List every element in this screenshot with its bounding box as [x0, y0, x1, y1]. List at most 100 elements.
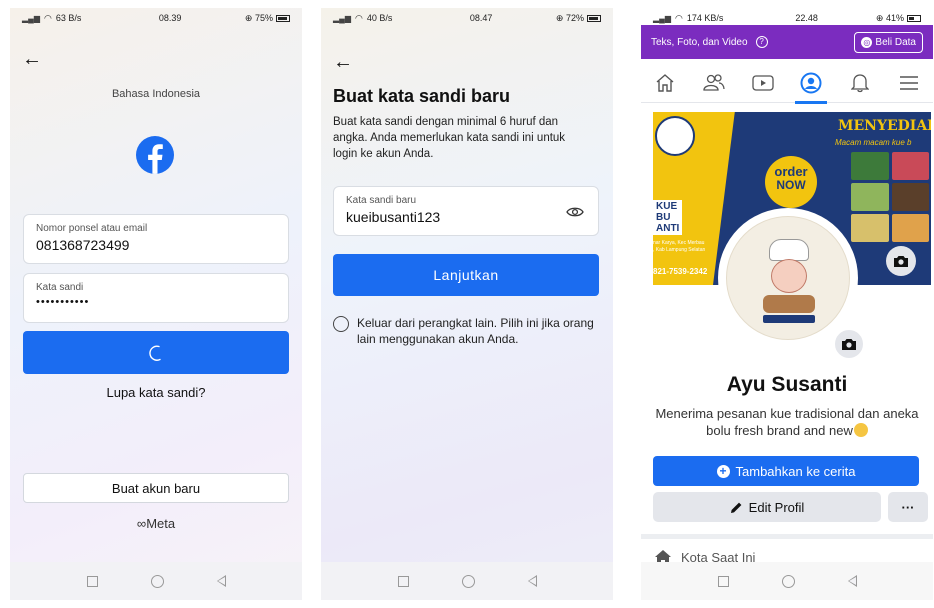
edit-profile-button[interactable]: Edit Profil: [653, 492, 881, 522]
clock: 08.47: [469, 13, 493, 23]
order-now-badge: order NOW: [765, 156, 817, 208]
back-triangle-icon[interactable]: [527, 575, 537, 587]
add-to-story-button[interactable]: + Tambahkan ke cerita: [653, 456, 919, 486]
login-screen: ▂▄▆ ◠ 63 B/s 08.39 ⊕ 75% ← Bahasa Indonesi…: [10, 8, 302, 600]
phone-email-value: 081368723499: [36, 237, 130, 253]
facebook-f-icon: [148, 144, 163, 174]
chef-hat-illustration: [769, 239, 809, 261]
new-password-screen: ▂▄▆ ◠ 40 B/s 08.47 ⊕ 72% ← Buat kata sandi…: [321, 8, 613, 600]
video-icon: [751, 74, 774, 91]
profile-icon: [800, 72, 822, 93]
network-speed: 63 B/s: [55, 13, 82, 23]
forgot-password-link[interactable]: Lupa kata sandi?: [10, 385, 302, 400]
loading-spinner-icon: [149, 345, 161, 361]
status-bar: ▂▄▆ ◠ 63 B/s 08.39 ⊕ 75%: [10, 8, 302, 28]
battery-level: 72%: [565, 12, 584, 23]
bell-icon: [850, 73, 869, 92]
edit-profile-label: Edit Profil: [748, 499, 805, 515]
cover-subline: Macam macam kue b: [835, 138, 912, 147]
cover-phone: 821-7539-2342: [653, 267, 708, 276]
phone-email-field[interactable]: Nomor ponsel atau email 081368723499: [23, 214, 289, 264]
recents-icon[interactable]: [86, 575, 98, 587]
buy-data-button[interactable]: ◎ Beli Data: [854, 31, 923, 53]
help-icon[interactable]: ?: [755, 36, 768, 48]
pencil-icon: [730, 502, 742, 513]
more-options-button[interactable]: ···: [888, 492, 928, 522]
chef-face-illustration: [771, 259, 807, 293]
logout-other-devices-option[interactable]: Keluar dari perangkat lain. Pilih ini ji…: [333, 315, 599, 347]
profile-photo[interactable]: [718, 208, 858, 348]
android-nav-bar: [641, 562, 933, 600]
data-banner-text: Teks, Foto, dan Video: [651, 36, 748, 48]
battery-icon: [276, 14, 290, 22]
password-label: Kata sandi: [36, 282, 84, 293]
back-triangle-icon[interactable]: [216, 575, 226, 587]
profile-bio: Menerima pesanan kue tradisional dan ane…: [655, 405, 919, 439]
tab-menu[interactable]: [891, 65, 927, 101]
tab-watch[interactable]: [745, 65, 781, 101]
continue-button[interactable]: Lanjutkan: [333, 254, 599, 296]
profile-bio-text: Menerima pesanan kue tradisional dan ane…: [655, 406, 919, 438]
phone-email-label: Nomor ponsel atau email: [36, 223, 148, 234]
tab-notifications[interactable]: [842, 65, 878, 101]
facebook-logo: [136, 136, 174, 174]
plus-circle-icon: +: [716, 464, 730, 478]
password-value: •••••••••••: [36, 296, 90, 308]
wifi-icon: ◠: [354, 12, 363, 23]
new-password-label: Kata sandi baru: [346, 195, 417, 206]
signal-icon: ▂▄▆: [333, 13, 351, 23]
battery-level: 75%: [254, 12, 273, 23]
back-triangle-icon[interactable]: [847, 575, 857, 587]
cover-food-photos: [851, 152, 929, 242]
battery-icon: [906, 14, 921, 22]
friends-icon: [703, 73, 725, 91]
cover-address: nar Karya, Kec Merbau , Kab Lampung Sela…: [653, 240, 706, 253]
recents-icon[interactable]: [717, 575, 729, 587]
status-bar: ▂▄▆ ◠ 40 B/s 08.47 ⊕ 72%: [321, 8, 613, 28]
battery-level: 41%: [885, 12, 904, 23]
cover-logo-badge: [655, 116, 695, 156]
profile-camera-button[interactable]: [833, 328, 865, 360]
alarm-icon: ⊕: [875, 12, 884, 23]
clock: 22.48: [795, 13, 818, 23]
data-plan-banner: Teks, Foto, dan Video ? ◎ Beli Data: [641, 25, 933, 59]
home-icon[interactable]: [781, 574, 795, 588]
create-account-button[interactable]: Buat akun baru: [23, 473, 289, 503]
tab-home[interactable]: [647, 65, 683, 101]
back-arrow-icon[interactable]: ←: [333, 51, 353, 74]
brand-ribbon: [763, 315, 815, 323]
home-icon[interactable]: [150, 574, 164, 588]
back-arrow-icon[interactable]: ←: [22, 48, 42, 71]
cake-illustration: [763, 295, 815, 313]
tab-profile[interactable]: [793, 65, 829, 104]
signal-icon: ▂▄▆: [653, 13, 671, 23]
buy-data-label: Beli Data: [875, 36, 916, 48]
new-password-value: kueibusanti123: [346, 209, 441, 225]
tab-friends[interactable]: [696, 65, 732, 101]
password-field[interactable]: Kata sandi •••••••••••: [23, 273, 289, 323]
android-nav-bar: [10, 562, 302, 600]
recents-icon[interactable]: [397, 575, 409, 587]
battery-icon: [587, 14, 601, 22]
profile-screen: ▂▄▆ ◠ 174 KB/s 22.48 ⊕ 41% Teks, Foto, dan…: [641, 8, 933, 600]
new-password-field[interactable]: Kata sandi baru kueibusanti123: [333, 186, 599, 236]
show-password-eye-icon[interactable]: [566, 206, 584, 218]
android-nav-bar: [321, 562, 613, 600]
cover-camera-button[interactable]: [886, 246, 916, 276]
home-icon[interactable]: [461, 574, 475, 588]
login-button[interactable]: [23, 331, 289, 374]
clock: 08.39: [158, 13, 182, 23]
radio-button[interactable]: [333, 316, 349, 332]
page-title: Buat kata sandi baru: [333, 86, 511, 106]
home-icon: [656, 73, 674, 92]
profile-name: Ayu Susanti: [726, 373, 848, 396]
divider: [641, 534, 933, 539]
alarm-icon: ⊕: [244, 12, 253, 23]
profile-photo-inner: [726, 216, 850, 340]
wifi-icon: ◠: [43, 12, 52, 23]
logout-option-label: Keluar dari perangkat lain. Pilih ini ji…: [357, 316, 594, 346]
language-selector[interactable]: Bahasa Indonesia: [10, 88, 302, 100]
smile-emoji-icon: [853, 423, 868, 437]
alarm-icon: ⊕: [555, 12, 564, 23]
add-to-story-label: Tambahkan ke cerita: [735, 463, 856, 479]
